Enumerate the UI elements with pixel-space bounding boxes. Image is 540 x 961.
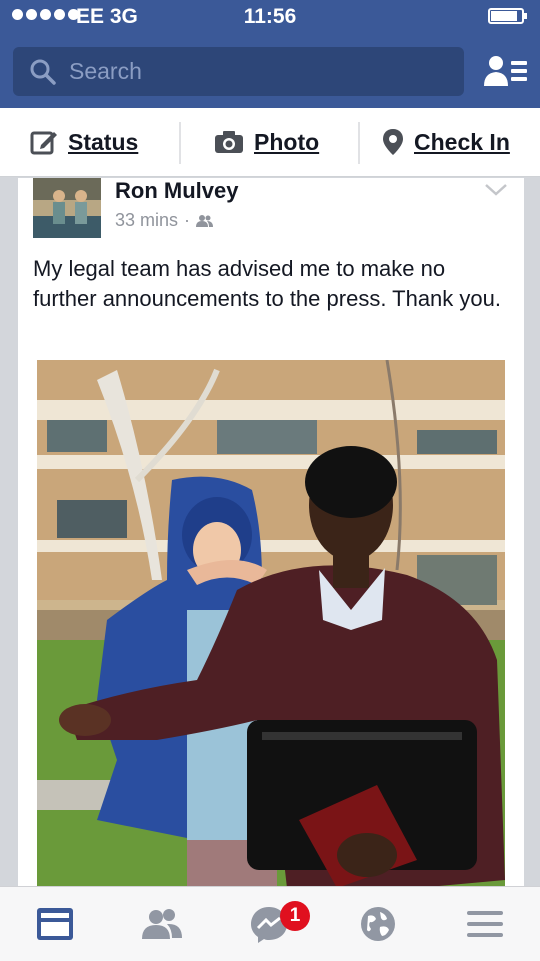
post-card: Ron Mulvey 33 mins · My legal team has a… — [18, 178, 524, 888]
post-text: My legal team has advised me to make no … — [33, 256, 501, 311]
tab-news-feed[interactable] — [20, 887, 90, 961]
post-photo[interactable] — [37, 360, 505, 888]
avatar[interactable] — [33, 178, 101, 238]
edit-icon — [30, 131, 57, 155]
status-bar: EE 3G 11:56 — [0, 0, 540, 36]
post-author[interactable]: Ron Mulvey — [115, 178, 238, 204]
post-time[interactable]: 33 mins — [115, 210, 178, 231]
post-meta: 33 mins · — [115, 210, 214, 231]
location-pin-icon — [383, 129, 403, 155]
friend-requests-icon — [142, 909, 182, 939]
composer-bar: Status Photo Check In — [0, 108, 540, 177]
search-input[interactable]: Search — [13, 47, 464, 96]
camera-icon — [215, 131, 243, 153]
news-feed-icon — [37, 908, 73, 940]
tab-bar: 1 — [0, 886, 540, 961]
clock: 11:56 — [243, 5, 297, 28]
search-icon — [30, 59, 56, 85]
status-button[interactable]: Status — [30, 108, 138, 176]
divider — [179, 122, 181, 164]
battery-icon — [488, 8, 527, 24]
photo-label: Photo — [254, 128, 320, 155]
globe-icon — [361, 907, 395, 941]
status-label: Status — [68, 128, 139, 155]
tab-messages[interactable]: 1 — [234, 887, 310, 961]
top-bar: EE 3G 11:56 Search — [0, 0, 540, 108]
divider — [358, 122, 360, 164]
friends-icon — [196, 214, 214, 227]
photo-button[interactable]: Photo — [214, 108, 319, 176]
tab-friend-requests[interactable] — [127, 887, 197, 961]
tab-more[interactable] — [450, 887, 520, 961]
meta-separator: · — [184, 210, 191, 230]
chevron-down-icon[interactable] — [484, 182, 508, 198]
check-in-button[interactable]: Check In — [382, 108, 510, 176]
menu-icon — [467, 911, 503, 937]
tab-notifications[interactable] — [343, 887, 413, 961]
friends-list-icon[interactable] — [484, 54, 528, 88]
messages-badge: 1 — [280, 901, 310, 931]
search-placeholder: Search — [69, 58, 142, 84]
check-in-label: Check In — [414, 128, 510, 155]
